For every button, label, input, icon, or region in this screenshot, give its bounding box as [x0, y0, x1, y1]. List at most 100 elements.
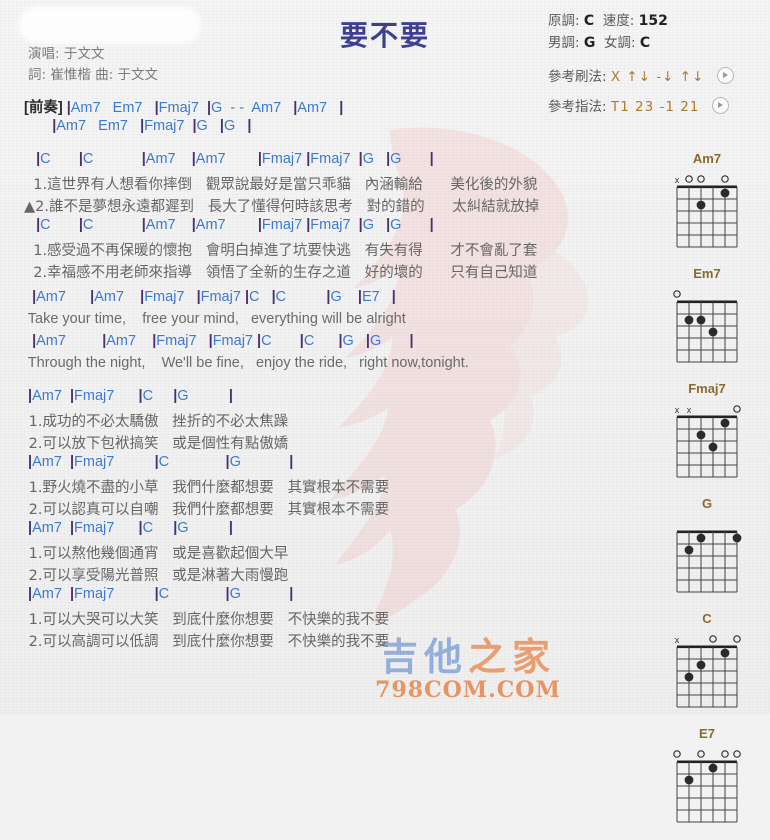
chord-line: |Am7 |Fmaj7 |C |G |	[28, 520, 233, 536]
chord-finger-dot	[732, 533, 742, 543]
chord-line: |C |C |Am7 |Am7 |Fmaj7 |Fmaj7 |G |G |	[36, 151, 434, 167]
lyric-line: 2.可以高調可以低調 到底什麼你想要 不快樂的我不要	[24, 634, 390, 650]
section-bridge: |Am7 |Fmaj7 |C |G | 1.成功的不必太驕傲 挫折的不必太焦躁 …	[24, 388, 644, 652]
bar-line: |	[32, 289, 37, 305]
bar-line: |	[196, 289, 201, 305]
lyric-line: 2.幸福感不用老師來指導 領悟了全新的生存之道 好的壞的 只有自己知道	[24, 265, 538, 281]
chord-diagram-name: Am7	[692, 151, 722, 166]
bar-line: |	[66, 100, 71, 116]
bar-line: |	[257, 217, 262, 233]
chord-diagram-name: Fmaj7	[688, 381, 726, 396]
bar-line: |	[154, 100, 159, 116]
bar-line: |	[154, 586, 159, 602]
lyric-line: 1.可以大哭可以大笑 到底什麼你想要 不快樂的我不要	[24, 612, 390, 628]
bar-line: |	[32, 333, 37, 349]
chord-finger-dot	[684, 672, 694, 682]
chord-line: [前奏] |Am7 Em7 |Fmaj7 |G - - Am7 |Am7 |	[24, 100, 344, 116]
lyric-line: 2.可以放下包袱搞笑 或是個性有點傲嬌	[24, 436, 289, 452]
section-tag: [前奏]	[24, 100, 63, 116]
bar-line: |	[247, 118, 252, 134]
chord-finger-dot	[720, 188, 730, 198]
lyric-line: Take your time, free your mind, everythi…	[24, 311, 406, 327]
key-info: 原調: C 速度: 152 男調: G 女調: C	[548, 10, 668, 54]
bar-line: |	[299, 333, 304, 349]
strum-play-icon[interactable]	[716, 67, 734, 84]
bar-line: |	[228, 520, 233, 536]
bar-line: |	[289, 586, 294, 602]
key-tempo-row: 原調: C 速度: 152	[548, 10, 668, 32]
chord-finger-dot	[684, 775, 694, 785]
chord-diagram-em7[interactable]: Em7	[652, 265, 762, 368]
bar-line: |	[52, 118, 57, 134]
chord-finger-dot	[720, 418, 730, 428]
bar-line: |	[429, 151, 434, 167]
bar-line: |	[271, 289, 276, 305]
female-key-label: 女調:	[603, 35, 636, 51]
chord-diagram-fmaj7[interactable]: Fmaj7 x x	[652, 380, 762, 483]
bar-line: |	[409, 333, 414, 349]
chord-diagram-e7[interactable]: E7	[652, 725, 762, 828]
bar-line: |	[154, 454, 159, 470]
bar-line: |	[357, 289, 362, 305]
lyric-line: 2.可以認真可以自嘲 我們什麼都想要 其實根本不需要	[24, 502, 390, 518]
chord-finger-dot	[708, 442, 718, 452]
bar-line: |	[191, 151, 196, 167]
chord-diagram-g[interactable]: G	[652, 495, 762, 598]
chord-finger-dot	[696, 430, 706, 440]
chord-line: |C |C |Am7 |Am7 |Fmaj7 |Fmaj7 |G |G |	[36, 217, 434, 233]
chord-line: |Am7 |Fmaj7 |C |G |	[28, 388, 233, 404]
bar-line: |	[306, 217, 311, 233]
chord-diagram-c[interactable]: Cx	[652, 610, 762, 713]
bar-line: |	[358, 151, 363, 167]
chord-finger-dot	[708, 327, 718, 337]
lyric-line: 1.野火燒不盡的小草 我們什麼都想要 其實根本不需要	[24, 480, 390, 496]
strum-pattern-row: 參考刷法: X ↑↓ -↓ ↑↓	[548, 62, 734, 92]
bar-line: |	[90, 289, 95, 305]
section-intro: [前奏] |Am7 Em7 |Fmaj7 |G - - Am7 |Am7 | |…	[24, 96, 644, 140]
chord-diagram-grid	[673, 750, 741, 823]
lyric-line: ▲2.誰不是夢想永遠都遲到 長大了懂得何時該思考 對的錯的 太糾結就放掉	[24, 199, 540, 215]
chord-finger-dot	[696, 660, 706, 670]
bar-line: |	[69, 586, 75, 602]
chord-line: |Am7 |Am7 |Fmaj7 |Fmaj7 |C |C |G |E7 |	[32, 289, 396, 305]
bar-line: |	[206, 100, 212, 116]
bar-line: |	[78, 151, 83, 167]
bar-line: |	[326, 289, 331, 305]
bar-line: |	[191, 217, 196, 233]
bar-line: |	[173, 388, 178, 404]
bar-line: |	[141, 217, 146, 233]
chord-diagram-am7[interactable]: Am7 x	[652, 150, 762, 253]
bar-line: |	[138, 388, 143, 404]
tempo-value: 152	[638, 13, 668, 29]
lyric-line: 1.感受過不再保暖的懷抱 會明白掉進了坑要快逃 有失有得 才不會亂了套	[24, 243, 538, 259]
chord-line: |Am7 Em7 |Fmaj7 |G |G |	[52, 118, 252, 134]
bar-line: |	[289, 454, 294, 470]
chord-diagram-list: Am7 x Em7 Fmaj7 x x G Cx E7	[652, 150, 762, 840]
bar-line: |	[257, 151, 262, 167]
bar-line: |	[225, 586, 230, 602]
chord-line: |Am7 |Fmaj7 |C |G |	[28, 454, 294, 470]
male-female-key-row: 男調: G 女調: C	[548, 32, 668, 54]
fingerstyle-play-icon[interactable]	[711, 97, 729, 114]
chord-diagram-grid: x	[675, 175, 738, 248]
bar-line: |	[391, 289, 396, 305]
strum-pattern-value: X ↑↓ -↓ ↑↓	[610, 69, 705, 85]
male-key-value: G	[583, 35, 596, 51]
section-chorus-en: |Am7 |Am7 |Fmaj7 |Fmaj7 |C |C |G |E7 | T…	[24, 289, 644, 377]
bar-line: |	[293, 100, 298, 116]
bar-line: |	[36, 151, 41, 167]
chord-line: |Am7 |Fmaj7 |C |G |	[28, 586, 294, 602]
bar-line: |	[140, 289, 145, 305]
credits: 演唱: 于文文 詞: 崔惟楷 曲: 于文文	[28, 44, 158, 86]
lyric-line: 1.可以熬他幾個通宵 或是喜歡起個大早	[24, 546, 289, 562]
section-verse: |C |C |Am7 |Am7 |Fmaj7 |Fmaj7 |G |G | 1.…	[24, 151, 644, 283]
svg-text:x: x	[675, 635, 680, 645]
original-key-value: C	[583, 13, 595, 29]
bar-line: |	[141, 151, 146, 167]
bar-line: |	[339, 100, 344, 116]
strum-pattern-label: 參考刷法:	[548, 69, 607, 85]
bar-line: |	[69, 388, 75, 404]
lyric-line: 1.這世界有人想看你摔倒 觀眾說最好是當只乖貓 內涵輸給 美化後的外貌	[24, 177, 538, 193]
